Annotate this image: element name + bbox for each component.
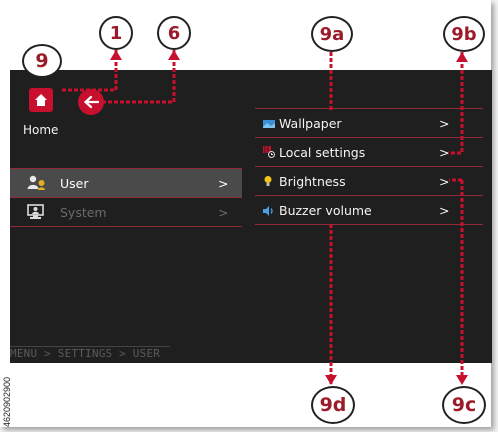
- callout-9a: 9a: [311, 16, 353, 52]
- leader-1: [62, 50, 118, 92]
- callout-9c: 9c: [442, 386, 486, 424]
- callout-1: 1: [99, 16, 133, 50]
- callout-leaders: [62, 50, 468, 385]
- callout-9b: 9b: [443, 16, 485, 52]
- arrowhead-9b: [456, 52, 468, 62]
- arrowhead-6: [168, 50, 180, 60]
- arrowhead-9c: [456, 375, 468, 385]
- part-number: 4620902900: [2, 376, 12, 427]
- arrowhead-9d: [325, 375, 337, 385]
- arrowhead-1: [110, 50, 122, 60]
- callout-9d: 9d: [311, 386, 355, 424]
- leader-6: [100, 50, 176, 104]
- leader-9b: [448, 52, 464, 155]
- leader-9c: [449, 178, 464, 383]
- callout-9: 9: [22, 44, 62, 78]
- callout-6: 6: [157, 16, 191, 50]
